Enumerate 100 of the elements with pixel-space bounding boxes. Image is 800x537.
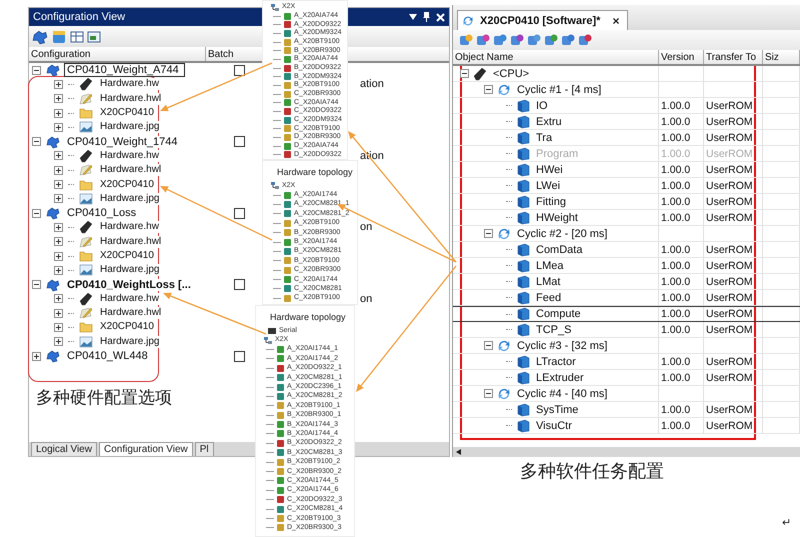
close-icon[interactable]: ×: [612, 14, 620, 28]
plus-box-icon[interactable]: [54, 252, 63, 260]
version-cell: 1.00.0: [659, 274, 704, 289]
tree-row[interactable]: Cyclic #2 - [20 ms]: [453, 226, 800, 242]
file-name[interactable]: Hardware.hw: [98, 78, 161, 90]
minus-box-icon[interactable]: [32, 137, 41, 146]
file-name[interactable]: Hardware.jpg: [98, 264, 162, 276]
task-row[interactable]: Extru 1.00.0 UserROM: [453, 114, 800, 130]
configuration-name[interactable]: CP0410_Loss: [65, 207, 138, 220]
minus-box-icon[interactable]: [484, 85, 493, 94]
task-row[interactable]: LTractor 1.00.0 UserROM: [453, 354, 800, 370]
horizontal-scrollbar[interactable]: [453, 447, 800, 457]
minus-box-icon[interactable]: [484, 341, 493, 350]
task-row[interactable]: ComData 1.00.0 UserROM: [453, 242, 800, 258]
task-row[interactable]: HWei 1.00.0 UserROM: [453, 162, 800, 178]
task-row[interactable]: LMat 1.00.0 UserROM: [453, 274, 800, 290]
view-tab[interactable]: Pl: [194, 442, 214, 456]
configuration-name[interactable]: CP0410_Weight_A744: [65, 64, 184, 76]
document-tab[interactable]: X20CP0410 [Software]* ×: [457, 10, 628, 30]
table-icon[interactable]: [70, 30, 84, 44]
minus-box-icon[interactable]: [32, 66, 41, 75]
minus-box-icon[interactable]: [484, 389, 493, 398]
task-row[interactable]: IO 1.00.0 UserROM: [453, 98, 800, 114]
plus-box-icon[interactable]: [54, 337, 63, 346]
port-icon: [268, 328, 276, 334]
task-row[interactable]: LWei 1.00.0 UserROM: [453, 178, 800, 194]
dropdown-icon[interactable]: [409, 14, 417, 20]
window-icon[interactable]: [87, 30, 101, 44]
view-tab[interactable]: Configuration View: [98, 442, 193, 456]
plus-box-icon[interactable]: [54, 194, 63, 204]
view-tab[interactable]: Logical View: [31, 442, 97, 456]
plus-box-icon[interactable]: [54, 94, 63, 104]
plus-box-icon[interactable]: [32, 352, 41, 361]
plus-box-icon[interactable]: [54, 237, 63, 246]
column-header[interactable]: Configuration: [29, 47, 206, 61]
batch-checkbox[interactable]: [234, 136, 245, 148]
task-row[interactable]: SysTime 1.00.0 UserROM: [453, 402, 800, 418]
batch-checkbox[interactable]: [234, 208, 245, 219]
minus-box-icon[interactable]: [460, 69, 469, 78]
column-header[interactable]: Siz: [763, 50, 800, 64]
task-row[interactable]: Feed 1.00.0 UserROM: [453, 290, 800, 306]
plus-box-icon[interactable]: [54, 294, 63, 304]
plus-box-icon[interactable]: [54, 266, 63, 275]
task-row[interactable]: Tra 1.00.0 UserROM: [453, 130, 800, 146]
plus-box-icon[interactable]: [54, 108, 63, 118]
batch-checkbox[interactable]: [234, 350, 245, 362]
cube-icon: [516, 322, 530, 336]
task-row[interactable]: VisuCtr 1.00.0 UserROM: [453, 418, 800, 434]
minus-box-icon[interactable]: [32, 280, 41, 290]
configuration-name[interactable]: CP0410_WL448: [65, 350, 150, 362]
plus-box-icon[interactable]: [54, 166, 63, 175]
file-name[interactable]: Hardware.jpg: [98, 192, 162, 205]
task-row[interactable]: Compute 1.00.0 UserROM: [453, 306, 800, 322]
tool-icon[interactable]: [459, 33, 473, 47]
file-name[interactable]: Hardware.hw: [98, 221, 161, 234]
task-row[interactable]: LMea 1.00.0 UserROM: [453, 258, 800, 274]
plus-box-icon[interactable]: [54, 322, 63, 332]
minus-box-icon[interactable]: [32, 208, 41, 218]
cube-icon[interactable]: [51, 28, 67, 44]
task-row[interactable]: HWeight 1.00.0 UserROM: [453, 210, 800, 226]
file-name[interactable]: Hardware.hw: [98, 150, 161, 162]
tool-icon[interactable]: [476, 33, 490, 47]
minus-box-icon[interactable]: [484, 229, 493, 238]
task-row[interactable]: LExtruder 1.00.0 UserROM: [453, 370, 800, 386]
column-header[interactable]: Transfer To: [704, 50, 763, 64]
file-name[interactable]: Hardware.hwl: [98, 236, 164, 248]
plus-box-icon[interactable]: [54, 308, 63, 318]
file-name[interactable]: Hardware.hwl: [98, 164, 164, 176]
tool-icon[interactable]: [493, 33, 507, 47]
plus-box-icon[interactable]: [54, 180, 63, 190]
tool-icon[interactable]: [561, 33, 575, 47]
plus-box-icon[interactable]: [54, 80, 63, 89]
configuration-name[interactable]: CP0410_Weight_1744: [65, 136, 180, 148]
configuration-name[interactable]: CP0410_WeightLoss [...: [65, 278, 193, 291]
file-name[interactable]: Hardware.hwl: [98, 92, 164, 105]
plus-box-icon[interactable]: [54, 222, 63, 232]
file-name[interactable]: Hardware.hwl: [98, 307, 164, 320]
pin-icon[interactable]: [423, 12, 430, 22]
task-row[interactable]: TCP_S 1.00.0 UserROM: [453, 322, 800, 338]
task-row[interactable]: Fitting 1.00.0 UserROM: [453, 194, 800, 210]
file-name[interactable]: Hardware.hw: [98, 292, 161, 305]
tree-row[interactable]: <CPU>: [453, 66, 800, 82]
left-arrow-icon[interactable]: [456, 449, 461, 455]
version-cell: 1.00.0: [659, 194, 704, 209]
tool-icon[interactable]: [510, 33, 524, 47]
close-icon[interactable]: [436, 12, 445, 22]
tree-row[interactable]: Cyclic #3 - [32 ms]: [453, 338, 800, 354]
file-name[interactable]: Hardware.jpg: [98, 336, 162, 348]
column-header[interactable]: Object Name: [453, 50, 659, 64]
file-name[interactable]: Hardware.jpg: [98, 121, 162, 134]
column-header[interactable]: Version: [659, 50, 704, 64]
batch-checkbox[interactable]: [234, 279, 245, 290]
tool-icon[interactable]: [544, 33, 558, 47]
tool-icon[interactable]: [527, 33, 541, 47]
tree-row[interactable]: Cyclic #4 - [40 ms]: [453, 386, 800, 402]
plus-box-icon[interactable]: [54, 151, 63, 160]
tree-row[interactable]: Cyclic #1 - [4 ms]: [453, 82, 800, 98]
batch-checkbox[interactable]: [234, 64, 245, 76]
plus-box-icon[interactable]: [54, 122, 63, 132]
tool-icon[interactable]: [578, 33, 592, 47]
